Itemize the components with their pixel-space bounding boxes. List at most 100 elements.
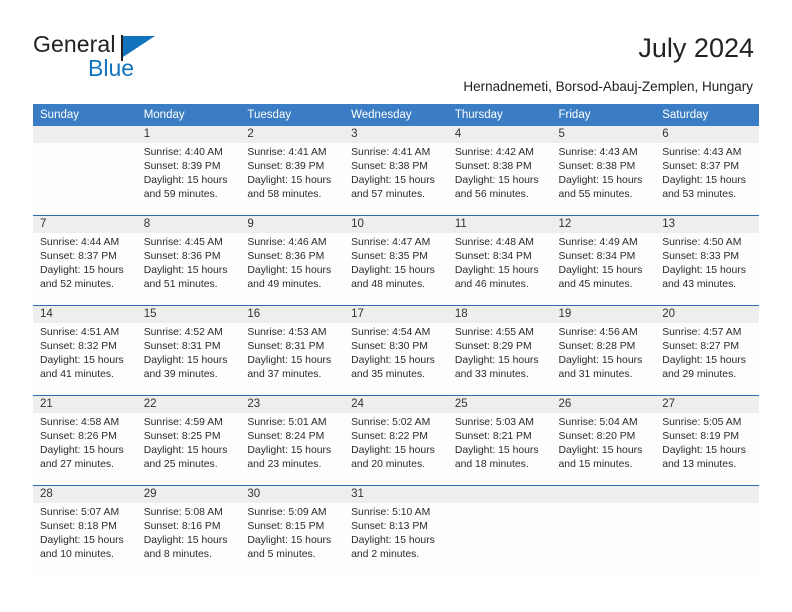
calendar-day-cell[interactable]: 22 Sunrise: 4:59 AM Sunset: 8:25 PM Dayligh…	[136, 395, 241, 486]
sunset-text: Sunset: 8:13 PM	[351, 521, 428, 533]
daylight-text-line2: and 59 minutes.	[143, 189, 218, 201]
sunrise-text: Sunrise: 4:51 AM	[40, 327, 120, 338]
day-number: 18	[447, 306, 552, 323]
sunrise-text: Sunrise: 4:59 AM	[143, 417, 223, 428]
sunrise-text: Sunrise: 4:48 AM	[454, 237, 534, 248]
daylight-text-line2: and 31 minutes.	[558, 369, 633, 381]
sunrise-text: Sunrise: 4:58 AM	[40, 417, 120, 428]
calendar-day-cell[interactable]: 6 Sunrise: 4:43 AM Sunset: 8:37 PM Daylight…	[655, 126, 759, 216]
day-details: Sunrise: 5:04 AM Sunset: 8:20 PM Daylight:…	[552, 413, 656, 472]
sunrise-text: Sunrise: 4:41 AM	[247, 147, 327, 158]
calendar-day-cell[interactable]: 8 Sunrise: 4:45 AM Sunset: 8:36 PM Daylight…	[136, 215, 241, 306]
calendar-day-cell[interactable]: 3 Sunrise: 4:41 AM Sunset: 8:38 PM Daylight…	[344, 126, 448, 216]
calendar-day-cell[interactable]: 19 Sunrise: 4:56 AM Sunset: 8:28 PM Dayligh…	[551, 305, 656, 396]
calendar-day-cell[interactable]: 17 Sunrise: 4:54 AM Sunset: 8:30 PM Dayligh…	[344, 305, 448, 396]
sunset-text: Sunset: 8:30 PM	[351, 341, 428, 353]
calendar-day-cell[interactable]: 23 Sunrise: 5:01 AM Sunset: 8:24 PM Dayligh…	[240, 395, 345, 486]
day-details	[655, 503, 759, 506]
day-details: Sunrise: 5:05 AM Sunset: 8:19 PM Daylight:…	[655, 413, 759, 472]
day-cell-inner: 26 Sunrise: 5:04 AM Sunset: 8:20 PM Dayligh…	[551, 396, 656, 485]
calendar-day-cell[interactable]: 13 Sunrise: 4:50 AM Sunset: 8:33 PM Dayligh…	[655, 215, 759, 306]
daylight-text-line1: Daylight: 15 hours	[247, 355, 332, 367]
day-cell-inner: 19 Sunrise: 4:56 AM Sunset: 8:28 PM Dayligh…	[551, 306, 656, 395]
calendar-day-cell[interactable]: 7 Sunrise: 4:44 AM Sunset: 8:37 PM Daylight…	[33, 215, 137, 306]
daylight-text-line2: and 35 minutes.	[351, 369, 426, 381]
sunrise-text: Sunrise: 5:03 AM	[454, 417, 534, 428]
daylight-text-line2: and 13 minutes.	[662, 459, 737, 471]
daylight-text-line2: and 33 minutes.	[454, 369, 529, 381]
day-details: Sunrise: 4:40 AM Sunset: 8:39 PM Daylight:…	[137, 143, 241, 202]
calendar-day-cell[interactable]: 4 Sunrise: 4:42 AM Sunset: 8:38 PM Daylight…	[447, 126, 552, 216]
daylight-text-line1: Daylight: 15 hours	[662, 445, 746, 457]
calendar-day-cell[interactable]: 10 Sunrise: 4:47 AM Sunset: 8:35 PM Dayligh…	[344, 215, 448, 306]
daylight-text-line1: Daylight: 15 hours	[351, 535, 435, 547]
sunset-text: Sunset: 8:25 PM	[143, 431, 221, 443]
calendar-day-cell[interactable]: 21 Sunrise: 4:58 AM Sunset: 8:26 PM Dayligh…	[33, 395, 137, 486]
day-number: 8	[136, 216, 241, 233]
calendar-day-cell[interactable]: 29 Sunrise: 5:08 AM Sunset: 8:16 PM Dayligh…	[136, 485, 241, 575]
day-number: 9	[240, 216, 345, 233]
daylight-text-line1: Daylight: 15 hours	[40, 445, 124, 457]
day-details: Sunrise: 4:50 AM Sunset: 8:33 PM Daylight:…	[655, 233, 759, 292]
calendar-day-cell[interactable]: 15 Sunrise: 4:52 AM Sunset: 8:31 PM Dayligh…	[136, 305, 241, 396]
day-cell-inner: 1 Sunrise: 4:40 AM Sunset: 8:39 PM Daylight…	[136, 126, 241, 215]
calendar-week-row: 21 Sunrise: 4:58 AM Sunset: 8:26 PM Dayligh…	[33, 395, 759, 486]
day-cell-inner	[33, 126, 137, 215]
sunset-text: Sunset: 8:26 PM	[40, 431, 117, 443]
calendar-day-cell[interactable]: 31 Sunrise: 5:10 AM Sunset: 8:13 PM Dayligh…	[344, 485, 448, 575]
sunset-text: Sunset: 8:27 PM	[662, 341, 740, 353]
calendar-week-row: 1 Sunrise: 4:40 AM Sunset: 8:39 PM Daylight…	[33, 126, 759, 216]
calendar-day-cell[interactable]: 14 Sunrise: 4:51 AM Sunset: 8:32 PM Dayligh…	[33, 305, 137, 396]
day-details: Sunrise: 4:53 AM Sunset: 8:31 PM Daylight:…	[240, 323, 344, 382]
day-number: 31	[344, 486, 448, 503]
daylight-text-line1: Daylight: 15 hours	[662, 265, 746, 277]
daylight-text-line2: and 51 minutes.	[143, 279, 218, 291]
calendar-week-row: 14 Sunrise: 4:51 AM Sunset: 8:32 PM Dayligh…	[33, 305, 759, 396]
sunrise-text: Sunrise: 5:07 AM	[40, 507, 120, 518]
calendar-day-cell[interactable]: 5 Sunrise: 4:43 AM Sunset: 8:38 PM Daylight…	[551, 126, 656, 216]
sunset-text: Sunset: 8:32 PM	[40, 341, 117, 353]
calendar-day-cell[interactable]: 12 Sunrise: 4:49 AM Sunset: 8:34 PM Dayligh…	[551, 215, 656, 306]
day-cell-inner: 31 Sunrise: 5:10 AM Sunset: 8:13 PM Dayligh…	[344, 486, 448, 575]
day-details: Sunrise: 4:56 AM Sunset: 8:28 PM Daylight:…	[552, 323, 656, 382]
calendar-day-cell[interactable]: 26 Sunrise: 5:04 AM Sunset: 8:20 PM Dayligh…	[551, 395, 656, 486]
daylight-text-line2: and 15 minutes.	[558, 459, 633, 471]
day-details	[552, 503, 656, 506]
day-number: 24	[344, 396, 448, 413]
calendar-week-row: 28 Sunrise: 5:07 AM Sunset: 8:18 PM Dayligh…	[33, 485, 759, 575]
sunset-text: Sunset: 8:20 PM	[558, 431, 636, 443]
sunrise-text: Sunrise: 4:45 AM	[143, 237, 223, 248]
calendar-day-cell[interactable]: 18 Sunrise: 4:55 AM Sunset: 8:29 PM Dayligh…	[447, 305, 552, 396]
sunrise-sunset-calendar-table: Sunday Monday Tuesday Wednesday Thursday…	[33, 104, 759, 575]
sunrise-text: Sunrise: 4:52 AM	[143, 327, 223, 338]
calendar-day-cell[interactable]: 24 Sunrise: 5:02 AM Sunset: 8:22 PM Dayligh…	[344, 395, 448, 486]
day-details: Sunrise: 4:41 AM Sunset: 8:39 PM Daylight:…	[240, 143, 344, 202]
sunrise-text: Sunrise: 4:44 AM	[40, 237, 120, 248]
calendar-page: General Blue July 2024 Hernadnemeti, Bor…	[0, 0, 792, 612]
day-cell-inner: 18 Sunrise: 4:55 AM Sunset: 8:29 PM Dayligh…	[447, 306, 552, 395]
calendar-day-cell[interactable]: 16 Sunrise: 4:53 AM Sunset: 8:31 PM Dayligh…	[240, 305, 345, 396]
daylight-text-line2: and 27 minutes.	[40, 459, 114, 471]
sunset-text: Sunset: 8:34 PM	[454, 251, 532, 263]
calendar-day-cell[interactable]: 2 Sunrise: 4:41 AM Sunset: 8:39 PM Daylight…	[240, 126, 345, 216]
sunset-text: Sunset: 8:22 PM	[351, 431, 428, 443]
brand-logo[interactable]: General Blue	[33, 33, 263, 85]
calendar-day-cell[interactable]: 11 Sunrise: 4:48 AM Sunset: 8:34 PM Dayligh…	[447, 215, 552, 306]
sunset-text: Sunset: 8:31 PM	[247, 341, 325, 353]
daylight-text-line1: Daylight: 15 hours	[143, 355, 228, 367]
calendar-body: 1 Sunrise: 4:40 AM Sunset: 8:39 PM Daylight…	[33, 126, 759, 575]
day-cell-inner: 3 Sunrise: 4:41 AM Sunset: 8:38 PM Daylight…	[344, 126, 448, 215]
calendar-day-cell[interactable]: 27 Sunrise: 5:05 AM Sunset: 8:19 PM Dayligh…	[655, 395, 759, 486]
calendar-day-cell[interactable]: 30 Sunrise: 5:09 AM Sunset: 8:15 PM Dayligh…	[240, 485, 345, 575]
calendar-day-cell[interactable]: 25 Sunrise: 5:03 AM Sunset: 8:21 PM Dayligh…	[447, 395, 552, 486]
calendar-day-cell[interactable]: 1 Sunrise: 4:40 AM Sunset: 8:39 PM Daylight…	[136, 126, 241, 216]
calendar-day-cell[interactable]: 20 Sunrise: 4:57 AM Sunset: 8:27 PM Dayligh…	[655, 305, 759, 396]
calendar-day-cell[interactable]: 9 Sunrise: 4:46 AM Sunset: 8:36 PM Daylight…	[240, 215, 345, 306]
sunrise-text: Sunrise: 4:50 AM	[662, 237, 742, 248]
day-number: 13	[655, 216, 759, 233]
sunset-text: Sunset: 8:37 PM	[40, 251, 117, 263]
calendar-day-cell[interactable]: 28 Sunrise: 5:07 AM Sunset: 8:18 PM Dayligh…	[33, 485, 137, 575]
day-cell-inner	[551, 486, 656, 575]
day-details: Sunrise: 5:08 AM Sunset: 8:16 PM Daylight:…	[137, 503, 241, 562]
daylight-text-line1: Daylight: 15 hours	[247, 265, 332, 277]
